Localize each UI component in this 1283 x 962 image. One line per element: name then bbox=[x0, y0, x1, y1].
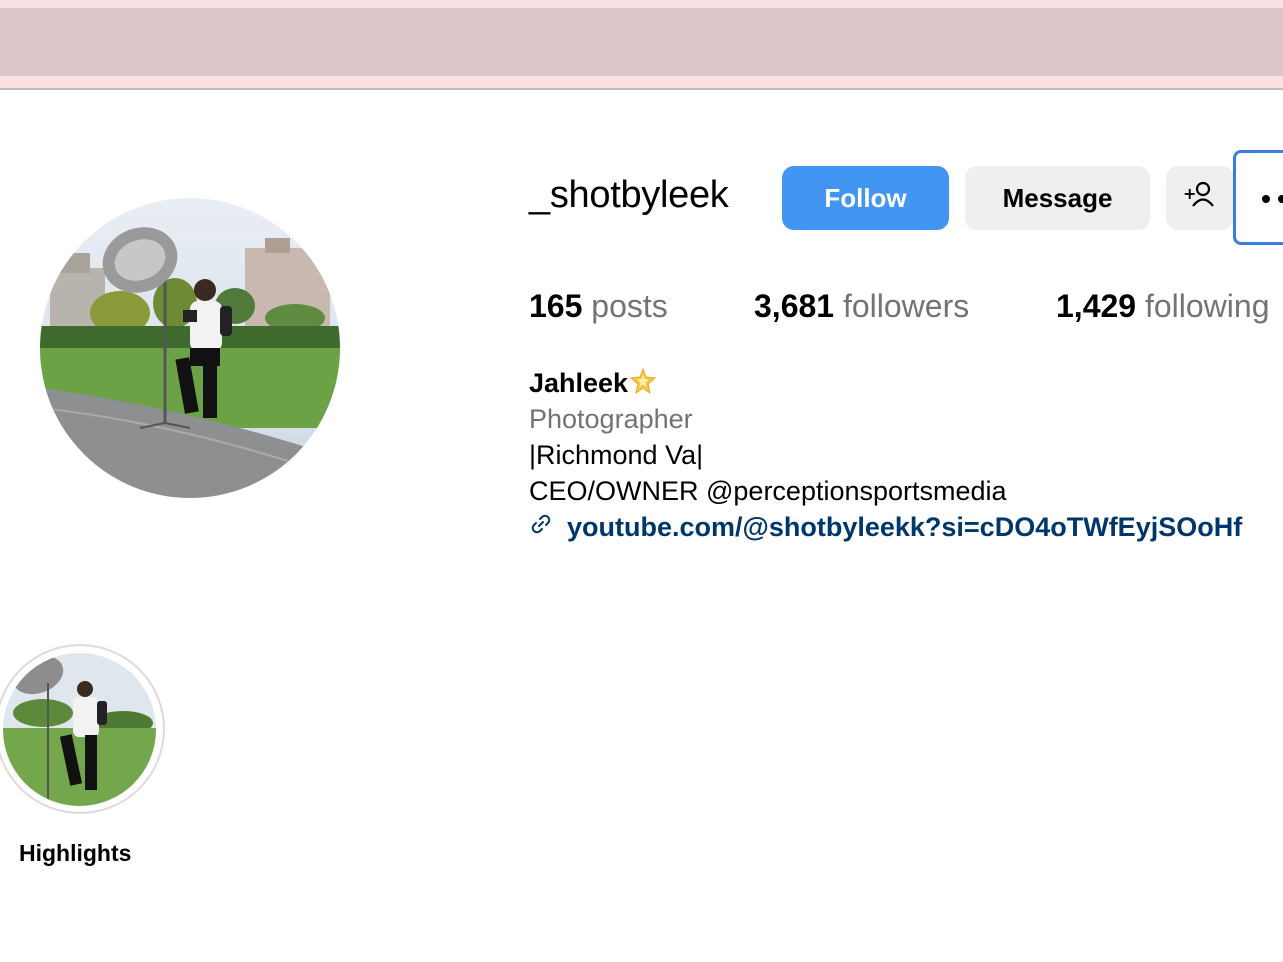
bio-line-role: CEO/OWNER @perceptionsportsmedia bbox=[529, 476, 1007, 506]
follow-button[interactable]: Follow bbox=[782, 166, 949, 230]
bio-category: Photographer bbox=[529, 404, 693, 434]
link-text: youtube.com/@shotbyleekk?si=cDO4oTWfEyjS… bbox=[567, 512, 1243, 542]
bio-line-location: |Richmond Va| bbox=[529, 440, 704, 470]
suggested-accounts-button[interactable]: + bbox=[1166, 166, 1234, 230]
profile-page: _shotbyleek Follow Message + 165 posts 3… bbox=[0, 0, 1283, 962]
posts-number: 165 bbox=[529, 288, 583, 324]
highlight-label: Highlights bbox=[19, 840, 132, 866]
glowing-star-icon bbox=[629, 367, 657, 401]
following-number: 1,429 bbox=[1056, 288, 1137, 324]
bio-external-link[interactable]: youtube.com/@shotbyleekk?si=cDO4oTWfEyjS… bbox=[529, 512, 1242, 543]
top-banner-edge bbox=[0, 0, 1283, 8]
following-label: following bbox=[1144, 288, 1270, 324]
following-link[interactable]: 1,429 following bbox=[1056, 288, 1269, 325]
followers-link[interactable]: 3,681 followers bbox=[754, 288, 969, 325]
top-banner-edge-bottom bbox=[0, 76, 1283, 88]
svg-text:+: + bbox=[1183, 184, 1196, 203]
profile-username: _shotbyleek bbox=[529, 174, 729, 216]
link-icon bbox=[529, 512, 553, 543]
display-name-text: Jahleek bbox=[529, 368, 629, 398]
message-button[interactable]: Message bbox=[965, 166, 1150, 230]
posts-count: 165 posts bbox=[529, 288, 668, 325]
followers-label: followers bbox=[842, 288, 970, 324]
posts-label: posts bbox=[591, 288, 668, 324]
add-person-icon: + bbox=[1183, 180, 1217, 217]
bio-display-name: Jahleek bbox=[529, 367, 657, 401]
profile-avatar[interactable] bbox=[40, 198, 340, 498]
followers-number: 3,681 bbox=[754, 288, 835, 324]
more-options-button[interactable] bbox=[1233, 150, 1283, 245]
highlight-cover[interactable] bbox=[3, 653, 156, 806]
divider bbox=[0, 88, 1283, 90]
top-banner bbox=[0, 8, 1283, 76]
